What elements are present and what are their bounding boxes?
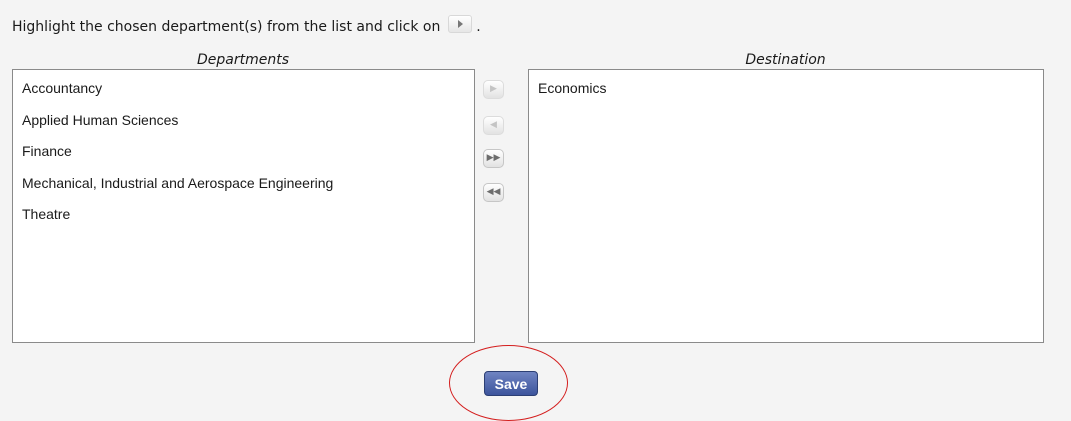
instruction-period: . — [476, 19, 481, 35]
department-option[interactable]: Mechanical, Industrial and Aerospace Eng… — [22, 173, 474, 205]
department-option[interactable]: Applied Human Sciences — [22, 110, 474, 142]
departments-heading: Departments — [196, 52, 289, 68]
move-right-icon: ▶ — [490, 84, 497, 94]
move-left-icon: ◀ — [490, 120, 497, 130]
department-option[interactable]: Accountancy — [22, 78, 474, 110]
move-all-right-icon: ▶▶ — [486, 153, 501, 163]
move-right-button[interactable]: ▶ — [483, 80, 504, 99]
department-option[interactable]: Theatre — [22, 204, 474, 236]
save-button[interactable]: Save — [484, 371, 538, 396]
department-option[interactable]: Finance — [22, 141, 474, 173]
departments-listbox[interactable]: Accountancy Applied Human Sciences Finan… — [12, 69, 475, 343]
instruction-label: Highlight the chosen department(s) from … — [12, 19, 441, 35]
destination-option[interactable]: Economics — [538, 78, 1043, 110]
move-right-icon — [447, 15, 472, 33]
destination-listbox[interactable]: Economics — [528, 69, 1044, 343]
instruction-text: Highlight the chosen department(s) from … — [12, 15, 481, 35]
move-left-button[interactable]: ◀ — [483, 116, 504, 135]
move-all-right-button[interactable]: ▶▶ — [483, 149, 504, 168]
destination-heading: Destination — [745, 52, 826, 68]
move-all-left-icon: ◀◀ — [486, 187, 501, 197]
move-all-left-button[interactable]: ◀◀ — [483, 183, 504, 202]
